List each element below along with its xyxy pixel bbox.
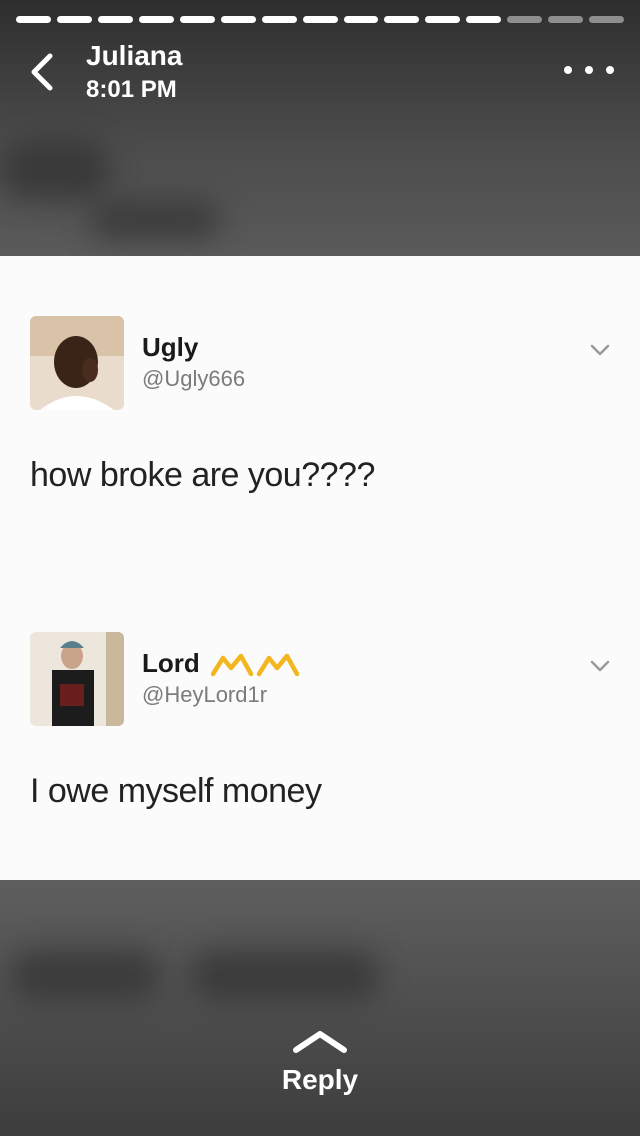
story-progress-segment	[302, 16, 338, 23]
story-progress-segment	[384, 16, 420, 23]
story-progress-segment	[343, 16, 379, 23]
chevron-left-icon	[31, 53, 53, 91]
story-progress-bar	[16, 16, 625, 23]
avatar	[30, 632, 124, 726]
more-options-button[interactable]	[564, 58, 614, 82]
story-progress-segment	[56, 16, 92, 23]
story-progress-segment	[466, 16, 502, 23]
story-progress-segment	[179, 16, 215, 23]
tweet-author-handle: @HeyLord1r	[142, 682, 268, 707]
story-header: Juliana 8:01 PM	[0, 36, 640, 116]
story-progress-segment	[16, 16, 51, 23]
story-progress-segment	[97, 16, 133, 23]
story-progress-segment	[261, 16, 297, 23]
chevron-down-icon[interactable]	[588, 658, 612, 674]
tweet-text: I owe myself money	[30, 772, 322, 810]
tweet-screenshot-card: Ugly @Ugly666 how broke are you???? Lord	[0, 256, 640, 880]
tweet-author-name: Ugly	[142, 332, 199, 362]
more-dots-icon	[564, 66, 572, 74]
sender-name: Juliana	[86, 40, 183, 71]
story-progress-segment	[220, 16, 256, 23]
reply-label: Reply	[281, 1064, 359, 1095]
tweet-author-handle: @Ugly666	[142, 366, 246, 391]
story-progress-segment	[548, 16, 584, 23]
avatar	[30, 316, 124, 410]
story-progress-segment	[589, 16, 625, 23]
reply-button[interactable]: Reply	[0, 1020, 640, 1120]
chevron-up-icon	[293, 1031, 347, 1053]
chevron-down-icon[interactable]	[588, 342, 612, 358]
tweet-text: how broke are you????	[30, 456, 375, 494]
back-button[interactable]	[20, 50, 64, 94]
crown-emoji-icon	[211, 653, 300, 677]
story-timestamp: 8:01 PM	[86, 76, 177, 103]
story-progress-segment	[138, 16, 174, 23]
tweet-author-name: Lord	[142, 648, 301, 680]
story-progress-segment	[425, 16, 461, 23]
story-progress-segment	[507, 16, 543, 23]
